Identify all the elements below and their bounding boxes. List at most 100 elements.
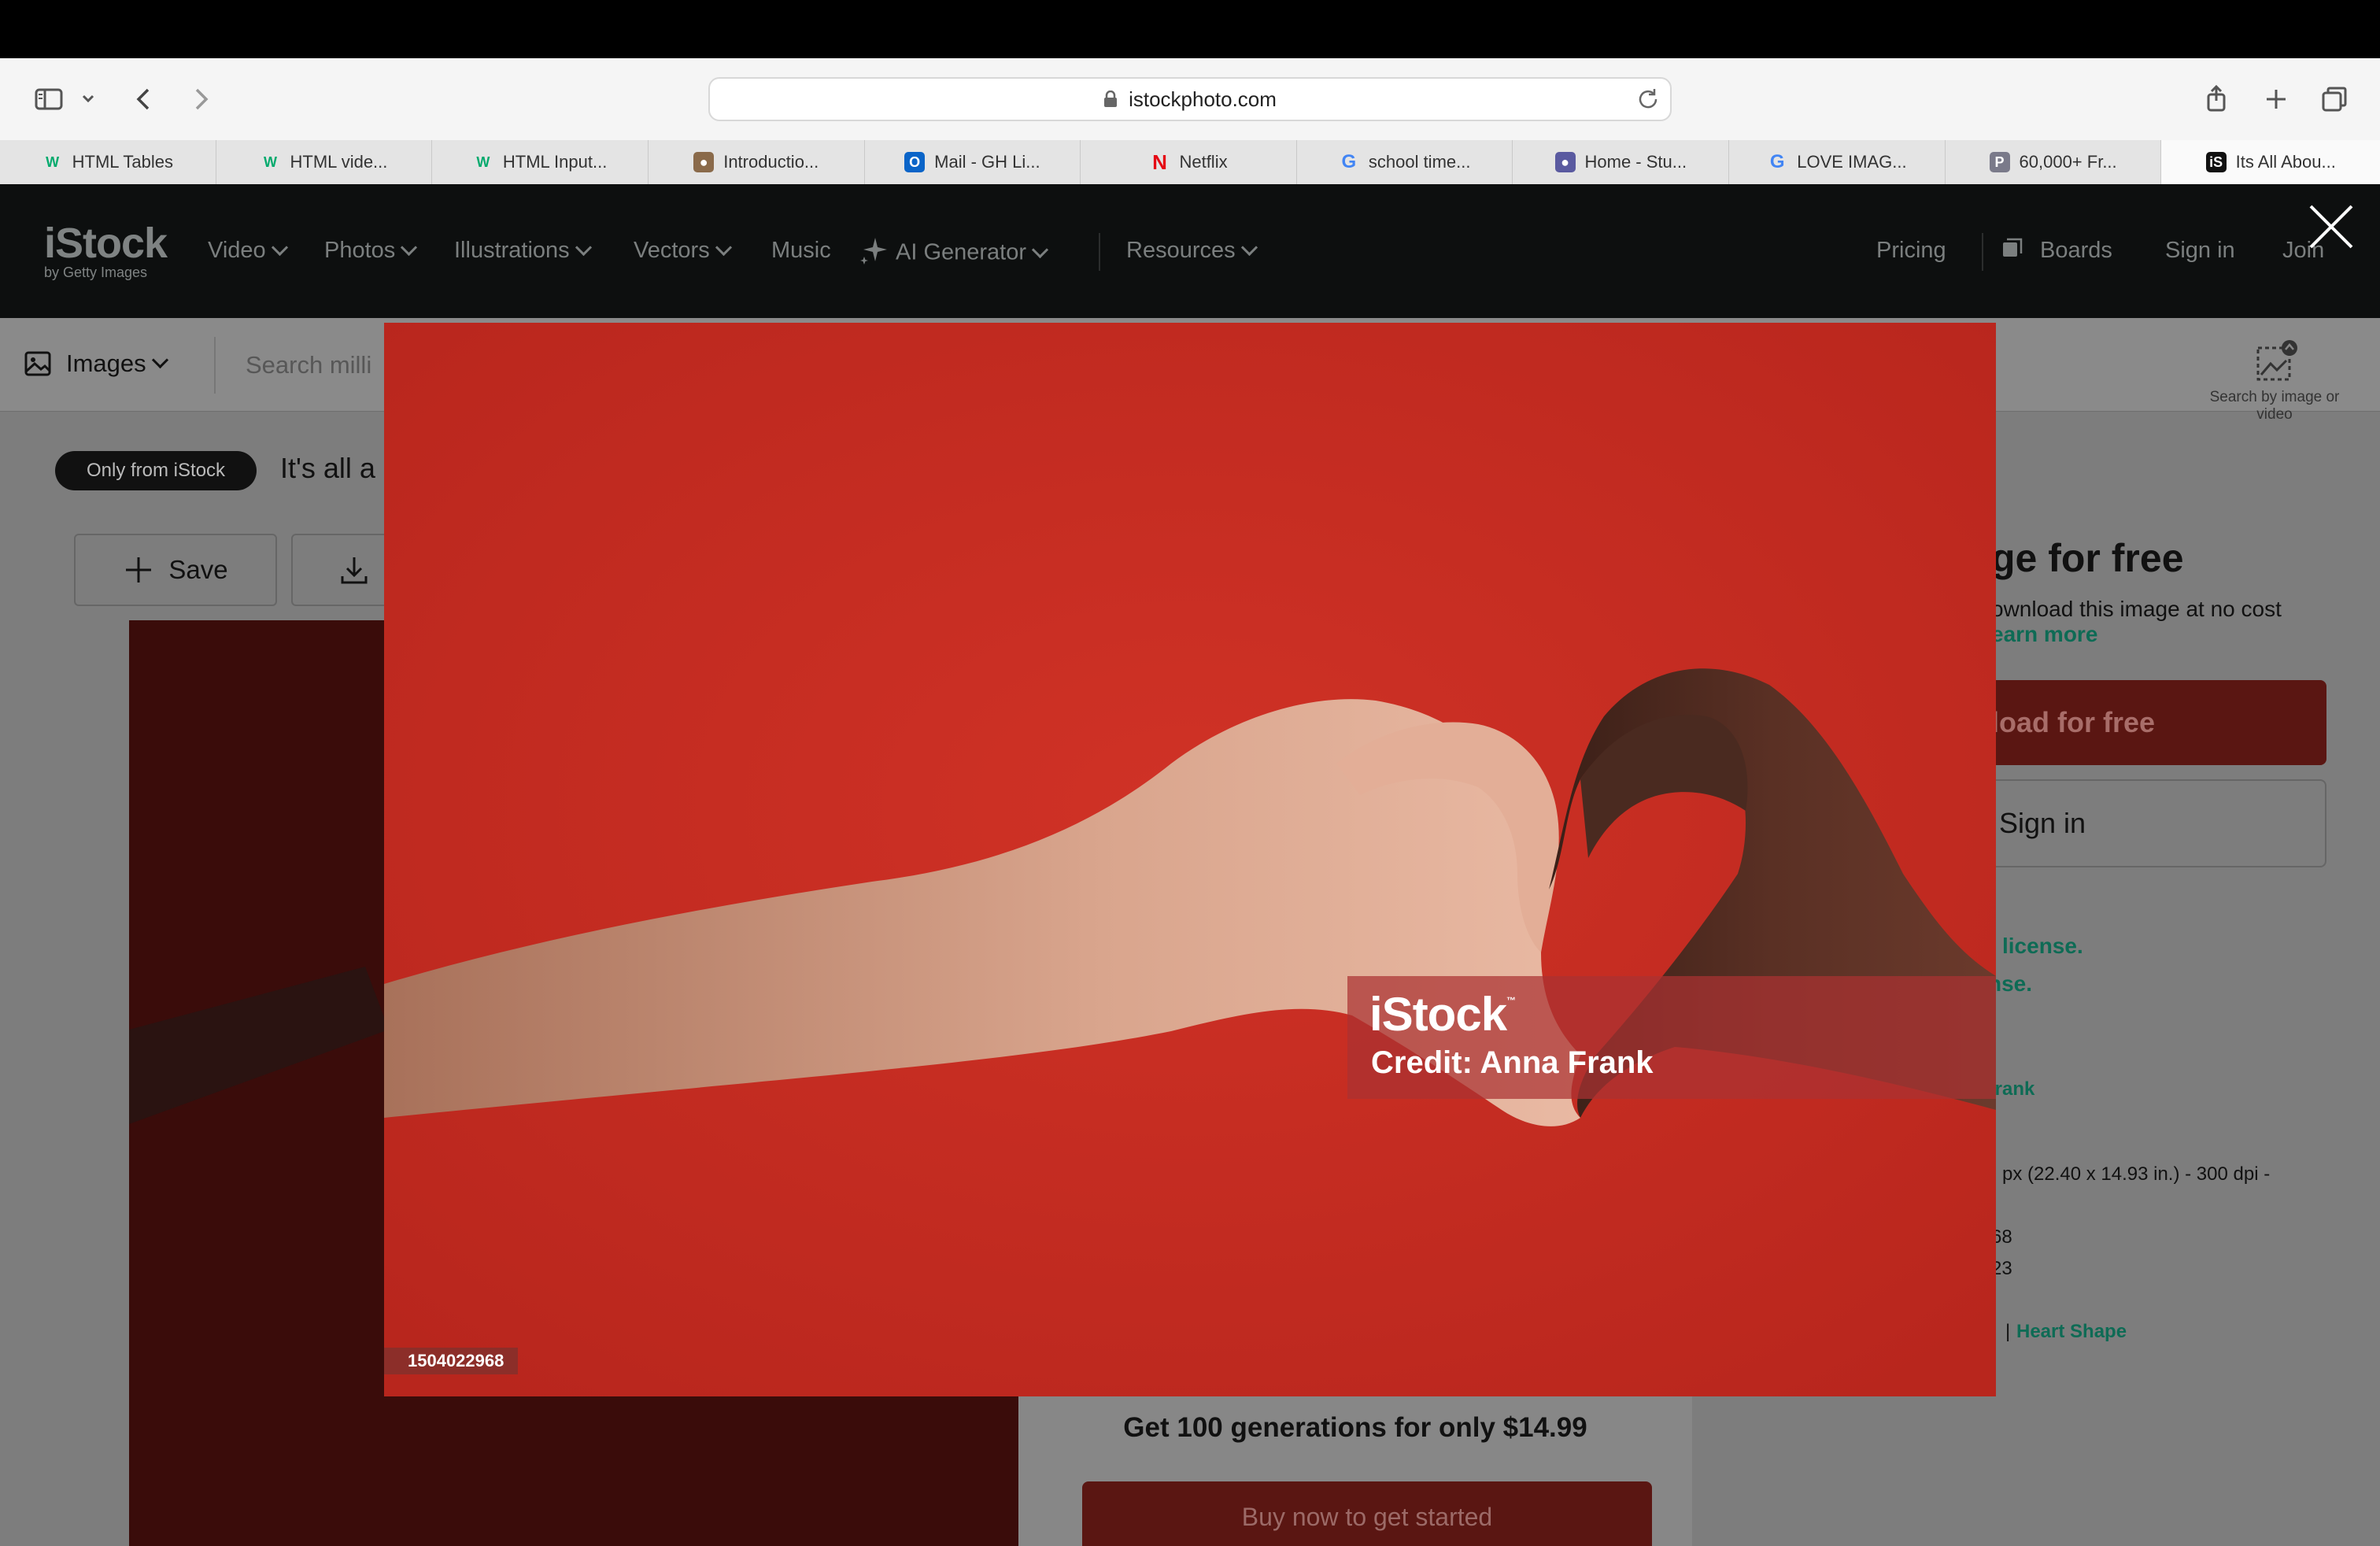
tab[interactable]: W HTML vide...: [216, 140, 433, 184]
tab[interactable]: ● Introductio...: [649, 140, 865, 184]
tab-label: HTML Input...: [502, 152, 608, 172]
reload-icon[interactable]: [1635, 87, 1661, 112]
tab[interactable]: G LOVE IMAG...: [1729, 140, 1946, 184]
chevron-down-icon: [151, 351, 168, 368]
chevron-down-icon: [1031, 241, 1049, 258]
chevron-down-icon: [575, 239, 592, 257]
download-icon: [341, 557, 368, 584]
tab[interactable]: ● Home - Stu...: [1513, 140, 1730, 184]
tab[interactable]: P 60,000+ Fr...: [1946, 140, 2162, 184]
tab[interactable]: O Mail - GH Li...: [865, 140, 1081, 184]
logo-subtext: by Getty Images: [44, 264, 148, 280]
w3schools-icon: W: [46, 153, 60, 170]
search-by-image-label: Search by image or video: [2209, 389, 2340, 423]
logo-text: iStock: [44, 220, 168, 267]
search-by-image-button[interactable]: Search by image or video: [2196, 340, 2353, 423]
keyword-separator: |: [2005, 1321, 2011, 1342]
nav-label: AI Generator: [896, 239, 1027, 265]
download-subtext: ownload this image at no cost: [1991, 597, 2282, 621]
tab-label: LOVE IMAG...: [1797, 152, 1907, 172]
tab-overview-icon[interactable]: [2314, 79, 2355, 120]
plus-icon: [126, 557, 152, 583]
save-button[interactable]: Save: [74, 534, 277, 606]
tab-label: school time...: [1368, 152, 1471, 172]
image-id-label: 1504022968: [384, 1348, 519, 1374]
chevron-down-icon: [715, 239, 732, 257]
nav-signin[interactable]: Sign in: [2165, 238, 2235, 264]
w3schools-icon: W: [476, 153, 490, 170]
nav-pricing[interactable]: Pricing: [1876, 238, 1946, 264]
nav-photos[interactable]: Photos: [324, 238, 418, 264]
forward-arrow-icon[interactable]: [179, 79, 220, 120]
google-icon: G: [1769, 151, 1785, 172]
chevron-down-icon: [271, 239, 288, 257]
close-icon[interactable]: [2306, 202, 2356, 252]
tab-label: Mail - GH Li...: [934, 152, 1040, 172]
buy-now-button[interactable]: Buy now to get started: [1082, 1481, 1652, 1546]
address-text: istockphoto.com: [1129, 87, 1277, 111]
sparkle-icon: [860, 238, 887, 264]
lock-icon: [1104, 91, 1118, 107]
sidebar-icon[interactable]: [28, 79, 69, 120]
nav-video[interactable]: Video: [208, 238, 288, 264]
tab-label: Introductio...: [723, 152, 819, 172]
camera-search-icon: [2256, 340, 2297, 381]
nav-label: Vectors: [634, 238, 710, 263]
nav-label: Resources: [1126, 238, 1236, 263]
watermark-credit: Credit: Anna Frank: [1371, 1045, 1654, 1080]
tab-bar: W HTML Tables W HTML vide... W HTML Input..…: [0, 140, 2380, 185]
tab-label: Netflix: [1179, 152, 1228, 172]
download-heading: ge for free: [1991, 536, 2184, 580]
nav-label: Video: [208, 238, 266, 263]
google-icon: G: [1341, 151, 1357, 172]
keyword-link[interactable]: Heart Shape: [2016, 1321, 2127, 1343]
nav-illustrations[interactable]: Illustrations: [454, 238, 592, 264]
nav-boards[interactable]: Boards: [2001, 238, 2112, 264]
istock-icon: iS: [2205, 152, 2227, 172]
chevron-down-icon: [1240, 239, 1258, 257]
boards-icon: [2003, 239, 2023, 257]
tab-label: 60,000+ Fr...: [2019, 152, 2117, 172]
license-link[interactable]: license.: [2002, 934, 2083, 959]
tab[interactable]: Gschool time...: [1297, 140, 1513, 184]
search-divider: [214, 337, 216, 394]
pexels-icon: P: [1989, 152, 2010, 172]
site-navigation: iStock by Getty Images Video Photos Illu…: [0, 184, 2380, 318]
nav-vectors[interactable]: Vectors: [634, 238, 732, 264]
tab[interactable]: W HTML Tables: [0, 140, 216, 184]
media-type-dropdown[interactable]: Images: [24, 350, 168, 378]
address-bar[interactable]: istockphoto.com: [708, 77, 1672, 121]
nav-ai-generator[interactable]: AI Generator: [858, 238, 1049, 269]
tab[interactable]: W HTML Input...: [432, 140, 649, 184]
search-input[interactable]: Search milli: [246, 351, 371, 379]
nav-label: Photos: [324, 238, 396, 263]
screen-top-bar: [0, 0, 2380, 58]
site-icon: ●: [693, 152, 715, 172]
watermark-logo-text: iStock: [1369, 988, 1507, 1041]
tab-active[interactable]: iS Its All Abou...: [2161, 140, 2380, 184]
learn-more-link[interactable]: earn more: [1991, 622, 2097, 647]
chevron-down-icon[interactable]: [72, 79, 104, 120]
save-label: Save: [168, 555, 228, 584]
new-tab-plus-icon[interactable]: [2256, 79, 2297, 120]
w3schools-icon: W: [264, 153, 278, 170]
image-size-info: px (22.40 x 14.93 in.) - 300 dpi -: [2002, 1163, 2271, 1185]
tab-label: HTML vide...: [290, 152, 388, 172]
netflix-icon: N: [1152, 150, 1167, 174]
image-lightbox: iStock™ Credit: Anna Frank 1504022968: [384, 323, 1996, 1396]
tab[interactable]: N Netflix: [1081, 140, 1297, 184]
back-arrow-icon[interactable]: [124, 79, 165, 120]
nav-music[interactable]: Music: [771, 238, 831, 264]
outlook-icon: O: [904, 152, 926, 172]
nav-label: Music: [771, 238, 831, 263]
tab-label: Its All Abou...: [2235, 152, 2336, 172]
promo-text: Get 100 generations for only $14.99: [1123, 1412, 1587, 1443]
page-title: It's all a: [280, 452, 375, 484]
share-icon[interactable]: [2196, 79, 2237, 120]
heart-hands-photo: [384, 323, 1996, 1396]
image-icon: [24, 351, 51, 376]
nav-resources[interactable]: Resources: [1126, 238, 1258, 264]
tab-label: HTML Tables: [72, 152, 174, 172]
istock-logo[interactable]: iStock by Getty Images: [44, 220, 168, 280]
nav-divider: [1982, 233, 1983, 271]
